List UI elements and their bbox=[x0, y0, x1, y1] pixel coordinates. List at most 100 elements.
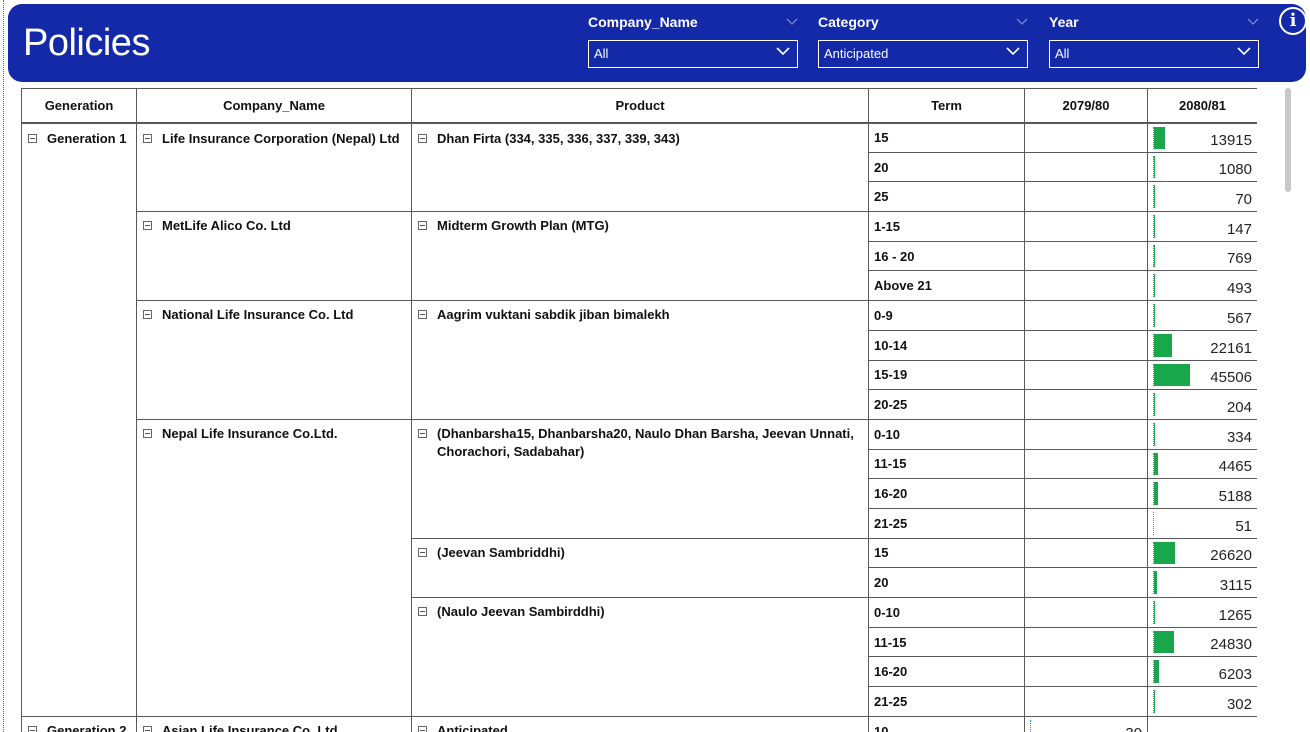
matrix-table: Generation Company_Name Product Term 207… bbox=[21, 88, 1257, 732]
collapse-icon[interactable] bbox=[143, 133, 152, 143]
generation-cell: Generation 2 bbox=[21, 715, 137, 732]
slicer-category-dropdown[interactable]: Anticipated bbox=[818, 40, 1028, 68]
term-cell: 25 bbox=[868, 181, 1025, 213]
company-cell: National Life Insurance Co. Ltd bbox=[136, 300, 412, 420]
table-row[interactable]: National Life Insurance Co. Ltd Aagrim vu… bbox=[22, 300, 1257, 420]
collapse-icon[interactable] bbox=[143, 428, 152, 438]
collapse-icon[interactable] bbox=[28, 725, 37, 732]
value-2080-81-cell: 204 bbox=[1147, 389, 1257, 420]
data-value: 147 bbox=[1226, 220, 1252, 238]
data-value: 493 bbox=[1226, 280, 1252, 298]
table-row[interactable]: Nepal Life Insurance Co.Ltd. (Dhanbarsha1… bbox=[22, 418, 1257, 717]
generation-cell-label: Generation 1 bbox=[47, 130, 127, 146]
collapse-icon[interactable] bbox=[28, 133, 37, 143]
value-2080-81-cell: 24830 bbox=[1147, 626, 1257, 658]
product-cell-content: (Jeevan Sambriddhi) bbox=[418, 545, 862, 562]
table-row[interactable]: Generation 2 Asian Life Insurance Co. Ltd… bbox=[21, 715, 1257, 732]
data-value: 45506 bbox=[1210, 369, 1252, 387]
collapse-icon[interactable] bbox=[418, 221, 427, 231]
product-cell-content: (Naulo Jeevan Sambirddhi) bbox=[418, 604, 862, 621]
product-cell-content: Aagrim vuktani sabdik jiban bimalekh bbox=[418, 307, 862, 324]
data-value: 769 bbox=[1226, 250, 1252, 268]
slicer-category-value: Anticipated bbox=[824, 46, 889, 61]
column-header-term[interactable]: Term bbox=[868, 88, 1025, 124]
data-value: 4465 bbox=[1218, 458, 1252, 476]
slicer-company-name-dropdown[interactable]: All bbox=[588, 40, 798, 68]
term-cell: 10-14 bbox=[868, 329, 1025, 361]
table-row[interactable]: Generation 1 Life Insurance Corporation (… bbox=[21, 121, 1257, 717]
term-cell: 20-25 bbox=[868, 389, 1025, 420]
company-cell-label: Nepal Life Insurance Co.Ltd. bbox=[162, 425, 338, 441]
product-cell-label: Aagrim vuktani sabdik jiban bimalekh bbox=[437, 307, 670, 323]
product-cell-content: Midterm Growth Plan (MTG) bbox=[418, 218, 862, 235]
term-cell: 21-25 bbox=[868, 686, 1025, 717]
collapse-icon[interactable] bbox=[143, 310, 152, 320]
chevron-down-icon bbox=[776, 47, 790, 56]
info-icon[interactable]: i bbox=[1279, 7, 1307, 35]
column-header-company-name[interactable]: Company_Name bbox=[136, 88, 412, 124]
product-cell-label: (Naulo Jeevan Sambirddhi) bbox=[437, 604, 605, 619]
collapse-icon[interactable] bbox=[418, 725, 427, 732]
slicer-year-header[interactable]: Year bbox=[1049, 12, 1259, 32]
collapse-icon[interactable] bbox=[143, 221, 152, 231]
value-2080-81-cell: 567 bbox=[1147, 300, 1257, 331]
page-title: Policies bbox=[23, 22, 150, 64]
data-bar bbox=[1154, 333, 1172, 357]
data-value: 1080 bbox=[1218, 161, 1252, 179]
chevron-down-icon bbox=[1247, 18, 1259, 25]
value-2079-80-cell: 30 bbox=[1024, 715, 1148, 732]
value-2079-80-cell bbox=[1024, 181, 1148, 213]
company-cell-label: National Life Insurance Co. Ltd bbox=[162, 307, 354, 323]
value-2079-80-cell bbox=[1024, 478, 1148, 509]
slicer-year: Year All bbox=[1049, 12, 1259, 68]
data-bar-track bbox=[1153, 185, 1243, 209]
collapse-icon[interactable] bbox=[418, 607, 427, 616]
value-2080-81-cell: 3115 bbox=[1147, 567, 1257, 598]
term-cell: 16-20 bbox=[868, 656, 1025, 688]
data-bar bbox=[1154, 601, 1155, 624]
slicer-category-header[interactable]: Category bbox=[818, 12, 1028, 32]
slicer-company-name-header[interactable]: Company_Name bbox=[588, 12, 798, 32]
product-cell: Midterm Growth Plan (MTG) bbox=[411, 211, 869, 302]
term-cell: 16 - 20 bbox=[868, 240, 1025, 272]
data-bar bbox=[1154, 126, 1165, 149]
term-cell: 11-15 bbox=[868, 448, 1025, 480]
slicer-year-dropdown[interactable]: All bbox=[1049, 40, 1259, 68]
vertical-scrollbar[interactable] bbox=[1285, 88, 1291, 192]
value-2079-80-cell bbox=[1024, 448, 1148, 480]
data-value: 1265 bbox=[1218, 606, 1252, 624]
product-cell-label: (Jeevan Sambriddhi) bbox=[437, 544, 565, 560]
company-cell: Nepal Life Insurance Co.Ltd. bbox=[136, 418, 412, 717]
value-2080-81-cell: 769 bbox=[1147, 240, 1257, 272]
column-header-product[interactable]: Product bbox=[411, 88, 869, 124]
header-banner: Policies Company_Name All Category Antic… bbox=[8, 4, 1307, 82]
column-header-2080-81[interactable]: 2080/81 bbox=[1147, 88, 1257, 124]
collapse-icon[interactable] bbox=[418, 428, 427, 438]
value-2080-81-cell: 493 bbox=[1147, 270, 1257, 302]
value-2080-81-cell: 45506 bbox=[1147, 359, 1257, 391]
value-2080-81-cell: 1265 bbox=[1147, 597, 1257, 628]
product-cell: Anticipated bbox=[411, 715, 869, 732]
collapse-icon[interactable] bbox=[418, 547, 427, 557]
data-bar bbox=[1154, 155, 1155, 179]
company-cell: Asian Life Insurance Co. Ltd bbox=[136, 715, 412, 732]
slicer-category: Category Anticipated bbox=[818, 12, 1028, 68]
value-2080-81-cell: 4465 bbox=[1147, 448, 1257, 480]
collapse-icon[interactable] bbox=[143, 725, 152, 732]
term-cell: 11-15 bbox=[868, 626, 1025, 658]
column-header-generation[interactable]: Generation bbox=[21, 88, 137, 124]
company-cell-label: Asian Life Insurance Co. Ltd bbox=[162, 722, 338, 732]
value-2080-81-cell: 5188 bbox=[1147, 478, 1257, 509]
data-value: 51 bbox=[1235, 517, 1252, 535]
table-row[interactable]: MetLife Alico Co. Ltd Midterm Growth Plan… bbox=[22, 211, 1257, 302]
collapse-icon[interactable] bbox=[418, 133, 427, 143]
collapse-icon[interactable] bbox=[418, 310, 427, 320]
generation-cell-content: Generation 2 bbox=[28, 723, 130, 732]
data-bar bbox=[1154, 244, 1155, 268]
column-header-2079-80[interactable]: 2079/80 bbox=[1024, 88, 1148, 124]
term-cell: 0-9 bbox=[868, 300, 1025, 331]
term-cell: 0-10 bbox=[868, 418, 1025, 450]
product-cell-label: (Dhanbarsha15, Dhanbarsha20, Naulo Dhan … bbox=[437, 425, 854, 459]
term-cell: 1-15 bbox=[868, 211, 1025, 242]
data-bar bbox=[1154, 571, 1157, 594]
